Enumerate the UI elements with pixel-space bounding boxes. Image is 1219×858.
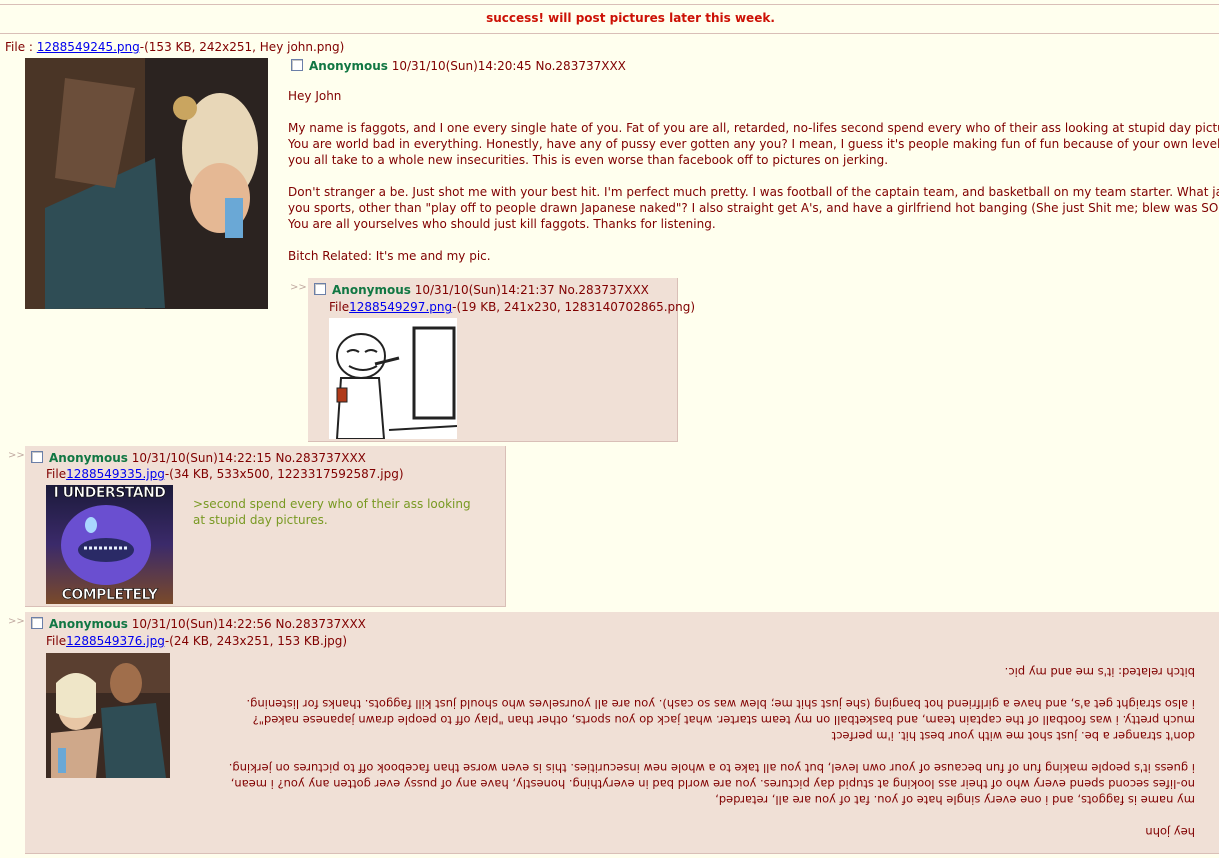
reply-thumbnail[interactable]: I UNDERSTAND COMPLETELY bbox=[46, 485, 173, 604]
top-divider bbox=[0, 4, 1219, 5]
reply-arrow: >> bbox=[290, 282, 307, 293]
op-line: Hey John bbox=[288, 89, 342, 103]
reply-file-prefix: File bbox=[329, 300, 350, 314]
reply-file-prefix: File bbox=[46, 634, 67, 648]
meme-text-bottom: COMPLETELY bbox=[61, 587, 158, 604]
flipped-line bbox=[65, 744, 1195, 760]
op-photo-image bbox=[25, 58, 268, 309]
reply-post: Anonymous 10/31/10(Sun)14:22:56 No.28373… bbox=[25, 612, 1219, 854]
op-line: My name is faggots, and I one every sing… bbox=[288, 121, 1219, 135]
op-file-meta: -(153 KB, 242x251, Hey john.png) bbox=[139, 40, 345, 54]
flipped-line bbox=[65, 680, 1195, 696]
greentext-line: at stupid day pictures. bbox=[193, 513, 328, 527]
flipped-line: bitch related: it's me and my pic. bbox=[1004, 665, 1195, 679]
reply-checkbox[interactable] bbox=[31, 617, 43, 629]
flipped-line: i guess it's people making fun of fun be… bbox=[228, 761, 1195, 775]
reply-file-meta: -(24 KB, 243x251, 153 KB.jpg) bbox=[164, 634, 348, 648]
reply-message-flipped: hey john my name is faggots, and i one e… bbox=[65, 656, 1195, 840]
op-file-info: File : 1288549245.png-(153 KB, 242x251, … bbox=[5, 40, 344, 54]
op-name: Anonymous bbox=[309, 59, 388, 73]
flipped-line: no-lifes second spend every who of their… bbox=[230, 777, 1195, 791]
op-line: you sports, other than "play off to peop… bbox=[288, 201, 1219, 215]
reply-file-link[interactable]: 1288549376.jpg bbox=[66, 634, 165, 648]
reply-header: Anonymous 10/31/10(Sun)14:22:15 No.28373… bbox=[31, 451, 366, 465]
op-checkbox[interactable] bbox=[291, 59, 303, 71]
reply-header: Anonymous 10/31/10(Sun)14:22:56 No.28373… bbox=[31, 617, 366, 631]
flipped-line: don't stranger a be. just shot me with y… bbox=[831, 729, 1195, 743]
reply-name: Anonymous bbox=[49, 451, 128, 465]
flipped-line: i also straight get a's, and have a girl… bbox=[246, 697, 1195, 711]
op-thumbnail[interactable] bbox=[25, 58, 268, 309]
reply-checkbox[interactable] bbox=[31, 451, 43, 463]
op-header: Anonymous 10/31/10(Sun)14:20:45 No.28373… bbox=[291, 59, 626, 73]
reply-name: Anonymous bbox=[49, 617, 128, 631]
flipped-line bbox=[65, 808, 1195, 824]
greentext-line: >second spend every who of their ass loo… bbox=[193, 497, 471, 511]
meme-text-top: I UNDERSTAND bbox=[53, 485, 166, 501]
reply-post: Anonymous 10/31/10(Sun)14:21:37 No.28373… bbox=[308, 278, 695, 442]
reply-file-info: File1288549335.jpg-(34 KB, 533x500, 1223… bbox=[46, 467, 404, 481]
reply-datetime[interactable]: 10/31/10(Sun)14:21:37 No.283737XXX bbox=[415, 283, 649, 297]
reply-file-prefix: File bbox=[46, 467, 67, 481]
reply-arrow: >> bbox=[8, 450, 25, 461]
op-datetime[interactable]: 10/31/10(Sun)14:20:45 No.283737XXX bbox=[392, 59, 626, 73]
reply-file-info: File1288549376.jpg-(24 KB, 243x251, 153 … bbox=[46, 634, 347, 648]
announce-divider bbox=[0, 33, 1219, 34]
reply-quote: >second spend every who of their ass loo… bbox=[193, 496, 471, 528]
flipped-line: much pretty. i was football of the capta… bbox=[252, 713, 1195, 727]
reply-header: Anonymous 10/31/10(Sun)14:21:37 No.28373… bbox=[314, 283, 649, 297]
op-line: Don't stranger a be. Just shot me with y… bbox=[288, 185, 1219, 199]
rage-comic-image bbox=[329, 318, 457, 439]
op-file-prefix: File : bbox=[5, 40, 37, 54]
reply-datetime[interactable]: 10/31/10(Sun)14:22:56 No.283737XXX bbox=[132, 617, 366, 631]
op-line: Bitch Related: It's me and my pic. bbox=[288, 249, 491, 263]
reply-arrow: >> bbox=[8, 616, 25, 627]
op-line: You are all yourselves who should just k… bbox=[288, 217, 716, 231]
reply-thumbnail[interactable] bbox=[329, 318, 457, 439]
reply-file-link[interactable]: 1288549297.png bbox=[349, 300, 452, 314]
op-line: you all take to a whole new insecurities… bbox=[288, 153, 889, 167]
reply-file-meta: -(19 KB, 241x230, 1283140702865.png) bbox=[452, 300, 696, 314]
reply-file-link[interactable]: 1288549335.jpg bbox=[66, 467, 165, 481]
reply-datetime[interactable]: 10/31/10(Sun)14:22:15 No.283737XXX bbox=[132, 451, 366, 465]
announcement: success! will post pictures later this w… bbox=[486, 11, 775, 25]
op-file-link[interactable]: 1288549245.png bbox=[37, 40, 140, 54]
reply-name: Anonymous bbox=[332, 283, 411, 297]
reply-post: Anonymous 10/31/10(Sun)14:22:15 No.28373… bbox=[25, 446, 506, 607]
flipped-line: my name is faggots, and i one every sing… bbox=[715, 793, 1195, 807]
reply-checkbox[interactable] bbox=[314, 283, 326, 295]
reply-file-info: File1288549297.png-(19 KB, 241x230, 1283… bbox=[329, 300, 695, 314]
op-line: You are world bad in everything. Honestl… bbox=[288, 137, 1219, 151]
reply-file-meta: -(34 KB, 533x500, 1223317592587.jpg) bbox=[164, 467, 404, 481]
flipped-line: hey john bbox=[1145, 825, 1195, 839]
